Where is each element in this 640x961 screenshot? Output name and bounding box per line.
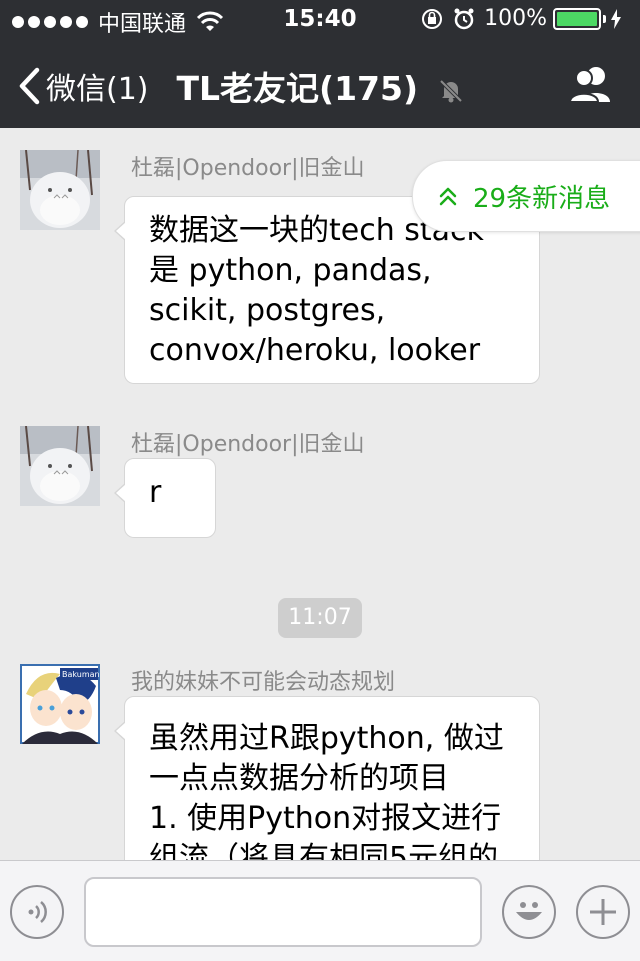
time-divider: 11:07 [278,598,362,638]
mute-icon [439,79,462,102]
totoro-avatar-image [20,150,100,230]
new-messages-label: 29条新消息 [473,183,611,214]
contacts-icon[interactable] [568,64,614,104]
sender-name: 我的妹妹不可能会动态规划 [131,670,396,695]
chat-title-text: TL老友记(175) [176,69,419,108]
message-text: 数据这一块的tech stack 是 python, pandas, sciki… [149,213,484,368]
rotation-lock-icon [422,8,443,29]
sender-name: 杜磊|Opendoor|旧金山 [131,156,365,181]
avatar-bakuman[interactable]: Bakuman [20,664,100,744]
battery-tip [603,14,606,23]
status-right: 100% [420,6,630,31]
message-bubble[interactable]: r [114,458,216,538]
battery-icon [553,7,601,30]
message-input[interactable] [84,877,482,947]
avatar-caption: Bakuman [62,670,100,679]
message-bubble[interactable]: 虽然用过R跟python, 做过 一点点数据分析的项目 1. 使用Python对… [114,696,540,860]
message-text: r [149,475,162,510]
status-bar: 中国联通 15:40 100% [0,0,640,40]
totoro-avatar-image [20,426,100,506]
voice-button[interactable] [10,885,64,939]
chat-title: TL老友记(175) [0,62,640,110]
voice-icon [28,901,47,923]
new-messages-button[interactable]: 29条新消息 [412,160,640,232]
avatar-dulei[interactable] [20,150,100,230]
battery-fill [557,11,597,26]
nav-bar: 微信(1) TL老友记(175) [0,40,640,128]
message-text: 虽然用过R跟python, 做过 一点点数据分析的项目 1. 使用Python对… [149,721,504,860]
header: 中国联通 15:40 100% 微信(1) TL老友记(175) [0,0,640,128]
more-button[interactable] [576,885,630,939]
alarm-icon [454,8,474,29]
avatar-dulei[interactable] [20,426,100,506]
double-chevron-up-icon [439,187,457,206]
emoji-button[interactable] [502,885,556,939]
input-bar [0,860,640,961]
chat-area[interactable]: 杜磊|Opendoor|旧金山 数据这一块的tech stack 是 pytho… [0,128,640,860]
plus-icon [590,899,616,925]
emoji-icon [516,902,542,920]
sender-name: 杜磊|Opendoor|旧金山 [131,432,365,457]
battery-percent: 100% [484,6,547,31]
charging-icon [611,8,621,29]
